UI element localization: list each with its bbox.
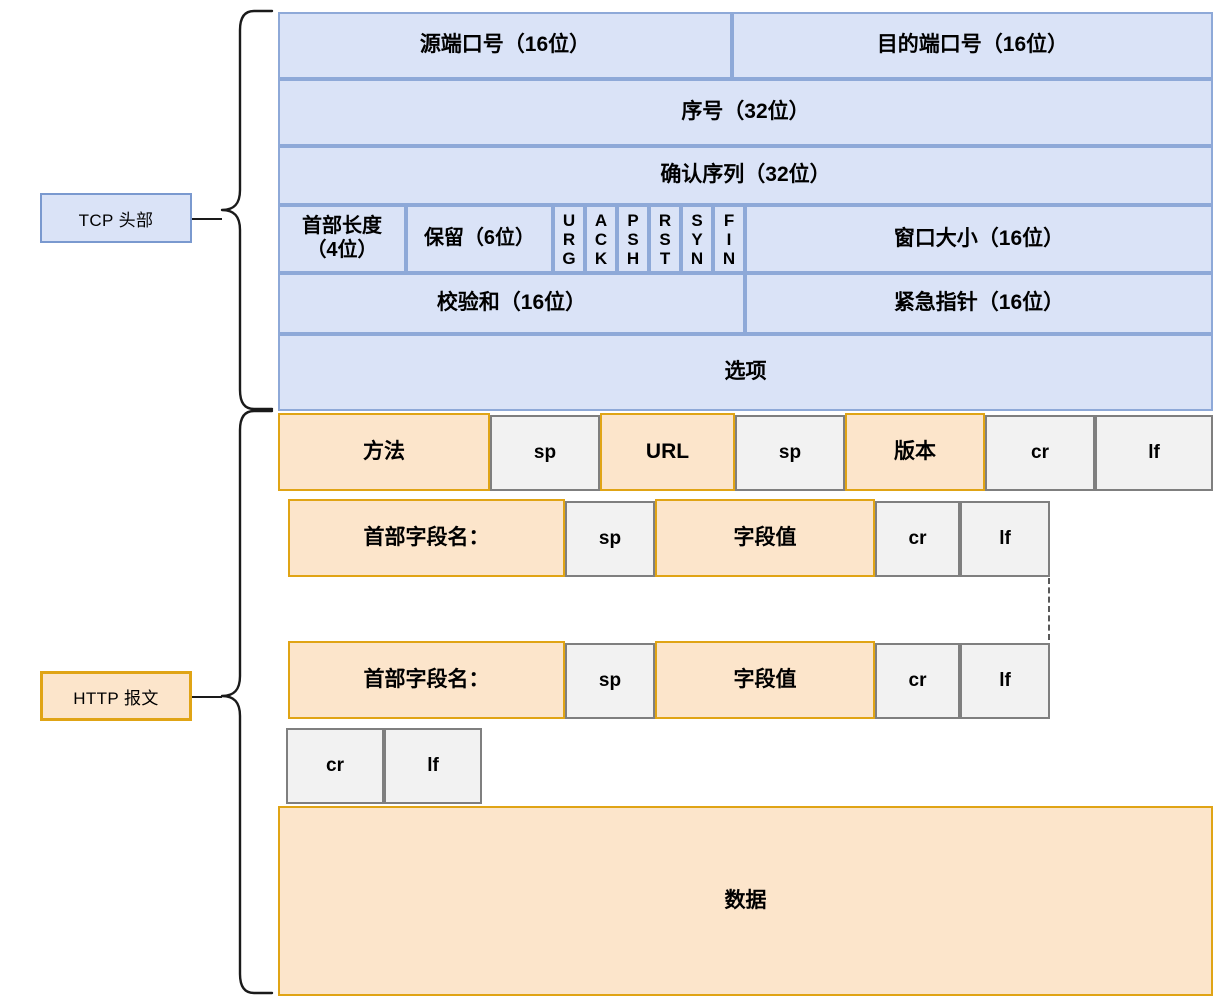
tcp-flag-rst: RST xyxy=(649,205,681,273)
http-header-1-sp-label: sp xyxy=(598,527,622,549)
tcp-field-reserved-label: 保留（6位） xyxy=(423,227,536,250)
http-request-sp-2-label: sp xyxy=(778,441,802,463)
tcp-flag-rst-label: RST xyxy=(655,210,675,268)
tcp-field-sequence-number-label: 序号（32位） xyxy=(681,100,810,124)
http-request-url-label: URL xyxy=(645,439,690,463)
tcp-field-destination-port-label: 目的端口号（16位） xyxy=(876,33,1069,57)
tcp-field-ack-number-label: 确认序列（32位） xyxy=(660,163,831,187)
http-header-1-lf: lf xyxy=(960,501,1050,577)
http-request-cr: cr xyxy=(985,415,1095,491)
http-blank-line-cr-label: cr xyxy=(326,754,344,776)
http-blank-line-lf-label: lf xyxy=(427,754,439,776)
label-box-tcp-header: TCP 头部 xyxy=(40,193,192,243)
tcp-field-data-offset: 首部长度 （4位） xyxy=(278,205,406,273)
http-request-method-label: 方法 xyxy=(363,439,405,463)
http-header-2-lf-label: lf xyxy=(999,669,1011,691)
http-request-version: 版本 xyxy=(845,413,985,491)
http-header-2-lf: lf xyxy=(960,643,1050,719)
http-request-cr-label: cr xyxy=(1031,441,1049,463)
tcp-field-options-label: 选项 xyxy=(724,360,767,384)
tcp-http-packet-diagram: TCP 头部 HTTP 报文 源端口号（16位） 目的端口号（16位） 序号（3… xyxy=(0,0,1213,1001)
tcp-field-checksum: 校验和（16位） xyxy=(278,273,745,334)
tcp-flag-ack: ACK xyxy=(585,205,617,273)
http-header-1-lf-label: lf xyxy=(999,527,1011,549)
header-continuation-dashed-line xyxy=(1048,578,1050,640)
tcp-field-ack-number: 确认序列（32位） xyxy=(278,146,1213,205)
http-request-lf: lf xyxy=(1095,415,1213,491)
http-header-1-name-label: 首部字段名： xyxy=(363,525,490,549)
tcp-field-urgent-pointer: 紧急指针（16位） xyxy=(745,273,1213,334)
label-text-http-message: HTTP 报文 xyxy=(73,688,159,708)
http-request-sp-1-label: sp xyxy=(533,441,557,463)
http-header-1-sp: sp xyxy=(565,501,655,577)
tcp-flag-urg-label: URG xyxy=(559,210,579,268)
http-request-url: URL xyxy=(600,413,735,491)
tcp-flag-syn-label: SYN xyxy=(687,210,707,268)
tcp-flag-fin-label: FIN xyxy=(719,210,739,268)
http-request-lf-label: lf xyxy=(1148,441,1160,463)
http-request-sp-2: sp xyxy=(735,415,845,491)
http-request-sp-1: sp xyxy=(490,415,600,491)
http-blank-line-cr: cr xyxy=(286,728,384,804)
brace-http-message xyxy=(218,408,274,996)
tcp-flag-psh-label: PSH xyxy=(623,210,643,268)
http-header-2-name-label: 首部字段名： xyxy=(363,667,490,691)
http-body-data: 数据 xyxy=(278,806,1213,996)
tcp-flag-urg: URG xyxy=(553,205,585,273)
tcp-flag-psh: PSH xyxy=(617,205,649,273)
tcp-flag-fin: FIN xyxy=(713,205,745,273)
http-header-2-sp-label: sp xyxy=(598,669,622,691)
tcp-field-sequence-number: 序号（32位） xyxy=(278,79,1213,146)
brace-tcp-header xyxy=(218,8,274,412)
tcp-field-window-size: 窗口大小（16位） xyxy=(745,205,1213,273)
http-header-2-value-label: 字段值 xyxy=(733,667,797,691)
http-header-1-value-label: 字段值 xyxy=(733,525,797,549)
http-header-2-cr: cr xyxy=(875,643,960,719)
http-blank-line-lf: lf xyxy=(384,728,482,804)
tcp-field-options: 选项 xyxy=(278,334,1213,411)
http-request-method: 方法 xyxy=(278,413,490,491)
tcp-flag-syn: SYN xyxy=(681,205,713,273)
tcp-field-source-port: 源端口号（16位） xyxy=(278,12,732,79)
tcp-field-window-size-label: 窗口大小（16位） xyxy=(893,226,1065,250)
tcp-field-destination-port: 目的端口号（16位） xyxy=(732,12,1213,79)
http-body-data-label: 数据 xyxy=(724,888,767,912)
tcp-field-data-offset-label: 首部长度 （4位） xyxy=(302,215,382,261)
tcp-field-reserved: 保留（6位） xyxy=(406,205,553,273)
http-header-1-cr: cr xyxy=(875,501,960,577)
label-box-http-message: HTTP 报文 xyxy=(40,671,192,721)
tcp-field-source-port-label: 源端口号（16位） xyxy=(419,33,591,57)
http-header-1-name: 首部字段名： xyxy=(288,499,565,577)
tcp-field-urgent-pointer-label: 紧急指针（16位） xyxy=(893,291,1065,315)
http-header-1-cr-label: cr xyxy=(908,527,927,549)
http-header-2-name: 首部字段名： xyxy=(288,641,565,719)
http-header-1-value: 字段值 xyxy=(655,499,875,577)
http-header-2-sp: sp xyxy=(565,643,655,719)
http-header-2-value: 字段值 xyxy=(655,641,875,719)
tcp-flag-ack-label: ACK xyxy=(591,210,611,268)
tcp-field-checksum-label: 校验和（16位） xyxy=(436,291,587,315)
label-text-tcp-header: TCP 头部 xyxy=(78,210,154,230)
http-request-version-label: 版本 xyxy=(894,439,936,463)
http-header-2-cr-label: cr xyxy=(908,669,927,691)
